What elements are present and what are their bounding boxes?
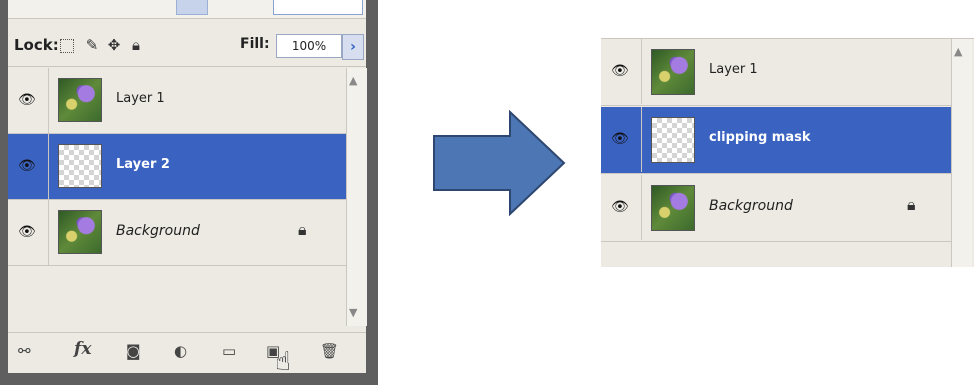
layer-row-background[interactable]: 👁︎ Background 🔒︎ [8,200,346,266]
layers-bottom-toolbar: ⚯ fx ◙ ◐ ▭ ▣ 🗑︎ [8,332,366,373]
layers-scrollbar[interactable]: ▲ ▼ [346,68,367,326]
eye-icon[interactable]: 👁︎ [18,158,36,174]
eye-icon[interactable]: 👁︎ [18,224,36,240]
eye-icon[interactable]: 👁︎ [611,131,629,147]
fill-dropdown-arrow-icon[interactable]: › [342,34,364,60]
visibility-toggle[interactable]: 👁︎ [8,134,49,199]
eye-icon[interactable]: 👁︎ [611,63,629,79]
visibility-toggle[interactable]: 👁︎ [8,200,49,265]
mask-icon[interactable]: ◙ [126,343,141,359]
layer-thumbnail [651,49,695,95]
layers-panel-after: 👁︎ Layer 1 👁︎ clipping mask 👁︎ Backgroun… [601,38,974,267]
layer-name: Background [709,198,793,214]
layer-thumbnail [58,144,102,188]
blend-mode-dropdown[interactable] [176,0,208,15]
right-arrow-icon [433,110,566,216]
layer-row-background[interactable]: 👁︎ Background 🔒︎ [601,175,951,242]
lock-transparency-icon[interactable] [60,39,74,53]
adjustment-icon[interactable]: ◐ [174,343,187,359]
layer-name: Layer 1 [709,62,758,77]
lock-label: Lock: [14,36,59,54]
layer-name: Background [116,223,200,239]
layer-name: clipping mask [709,130,811,145]
layer-row-layer-2[interactable]: 👁︎ Layer 2 [8,134,346,200]
visibility-toggle[interactable]: 👁︎ [601,39,642,104]
lock-all-icon[interactable]: 🔒︎ [128,37,144,53]
visibility-toggle[interactable]: 👁︎ [8,68,49,133]
layer-name: Layer 1 [116,91,165,106]
opacity-field[interactable] [273,0,363,15]
scroll-up-icon[interactable]: ▲ [954,45,962,58]
lock-row: Lock: ✎ ✥ 🔒︎ Fill: 100% › [8,26,366,67]
blend-controls-strip [8,0,366,19]
layer-row-layer-1[interactable]: 👁︎ Layer 1 [601,39,951,106]
layers-scrollbar[interactable]: ▲ [951,39,972,267]
hand-cursor-icon: ☝︎ [275,347,291,377]
layer-row-clipping-mask[interactable]: 👁︎ clipping mask [601,107,951,174]
layer-thumbnail [651,185,695,231]
fx-icon[interactable]: fx [74,341,91,358]
eye-icon[interactable]: 👁︎ [18,92,36,108]
layers-panel-before: Lock: ✎ ✥ 🔒︎ Fill: 100% › 👁︎ Layer 1 👁︎ … [0,0,378,385]
layer-thumbnail [58,210,102,254]
lock-pixels-icon[interactable]: ✎ [84,37,100,53]
visibility-toggle[interactable]: 👁︎ [601,175,642,240]
lock-icon: 🔒︎ [298,220,307,239]
layer-row-layer-1[interactable]: 👁︎ Layer 1 [8,68,346,134]
visibility-toggle[interactable]: 👁︎ [601,107,642,172]
link-icon[interactable]: ⚯ [18,343,31,359]
fill-field[interactable]: 100% [276,34,342,58]
layer-name: Layer 2 [116,157,170,172]
lock-position-icon[interactable]: ✥ [106,37,122,53]
lock-icon: 🔒︎ [907,195,916,214]
fill-label: Fill: [240,36,270,52]
scroll-down-icon[interactable]: ▼ [349,306,357,319]
layer-thumbnail [58,78,102,122]
scroll-up-icon[interactable]: ▲ [349,74,357,87]
layer-thumbnail [651,117,695,163]
eye-icon[interactable]: 👁︎ [611,199,629,215]
group-icon[interactable]: ▭ [222,343,236,359]
layers-panel-body: Lock: ✎ ✥ 🔒︎ Fill: 100% › 👁︎ Layer 1 👁︎ … [8,0,367,377]
trash-icon[interactable]: 🗑︎ [320,343,339,359]
